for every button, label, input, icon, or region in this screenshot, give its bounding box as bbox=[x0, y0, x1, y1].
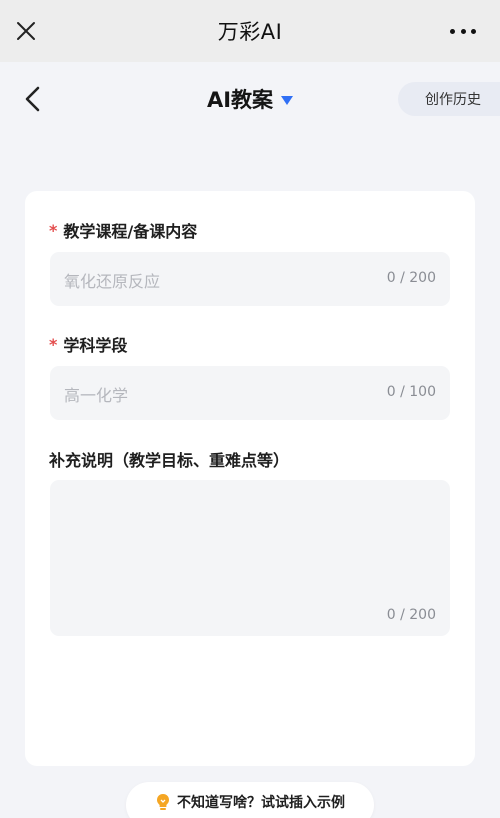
bulb-icon bbox=[155, 793, 171, 811]
char-counter: 0 / 200 bbox=[386, 270, 436, 286]
course-content-input[interactable]: 氧化还原反应 0 / 200 bbox=[50, 252, 450, 306]
page-title: AI教案 bbox=[206, 88, 274, 112]
more-button[interactable] bbox=[450, 28, 476, 34]
field-label-subject: * 学科学段 bbox=[49, 332, 127, 356]
app-title: 万彩AI bbox=[217, 20, 283, 44]
field-label-text: 学科学段 bbox=[63, 336, 128, 355]
caret-down-icon bbox=[281, 95, 294, 105]
input-placeholder: 氧化还原反应 bbox=[64, 272, 161, 291]
hint-text: 不知道写啥？试试插入示例 bbox=[177, 795, 345, 811]
subject-grade-input[interactable]: 高一化学 0 / 100 bbox=[50, 366, 450, 420]
field-label-course: * 教学课程/备课内容 bbox=[49, 218, 197, 242]
input-placeholder: 高一化学 bbox=[64, 386, 129, 405]
field-label-text: 教学课程/备课内容 bbox=[63, 222, 198, 241]
close-icon bbox=[17, 22, 35, 40]
mini-program-titlebar: 万彩AI bbox=[0, 0, 500, 62]
more-icon bbox=[450, 28, 455, 34]
supplementary-notes-textarea[interactable]: 0 / 200 bbox=[50, 480, 450, 636]
field-label-notes: 补充说明（教学目标、重难点等） bbox=[49, 447, 289, 471]
required-mark: * bbox=[49, 220, 58, 240]
required-mark: * bbox=[49, 334, 58, 354]
page-header: AI教案 创作历史 bbox=[0, 62, 500, 136]
insert-example-button[interactable]: 不知道写啥？试试插入示例 bbox=[126, 782, 374, 818]
creation-history-button[interactable]: 创作历史 bbox=[398, 82, 500, 116]
more-icon-dot bbox=[460, 28, 466, 34]
field-label-text: 补充说明（教学目标、重难点等） bbox=[49, 451, 290, 470]
char-counter: 0 / 100 bbox=[386, 384, 436, 400]
close-button[interactable] bbox=[14, 19, 38, 43]
form-card: * 教学课程/备课内容 氧化还原反应 0 / 200 * 学科学段 高一化学 0… bbox=[25, 191, 475, 766]
char-counter: 0 / 200 bbox=[386, 607, 436, 623]
more-icon-dot bbox=[471, 28, 476, 34]
